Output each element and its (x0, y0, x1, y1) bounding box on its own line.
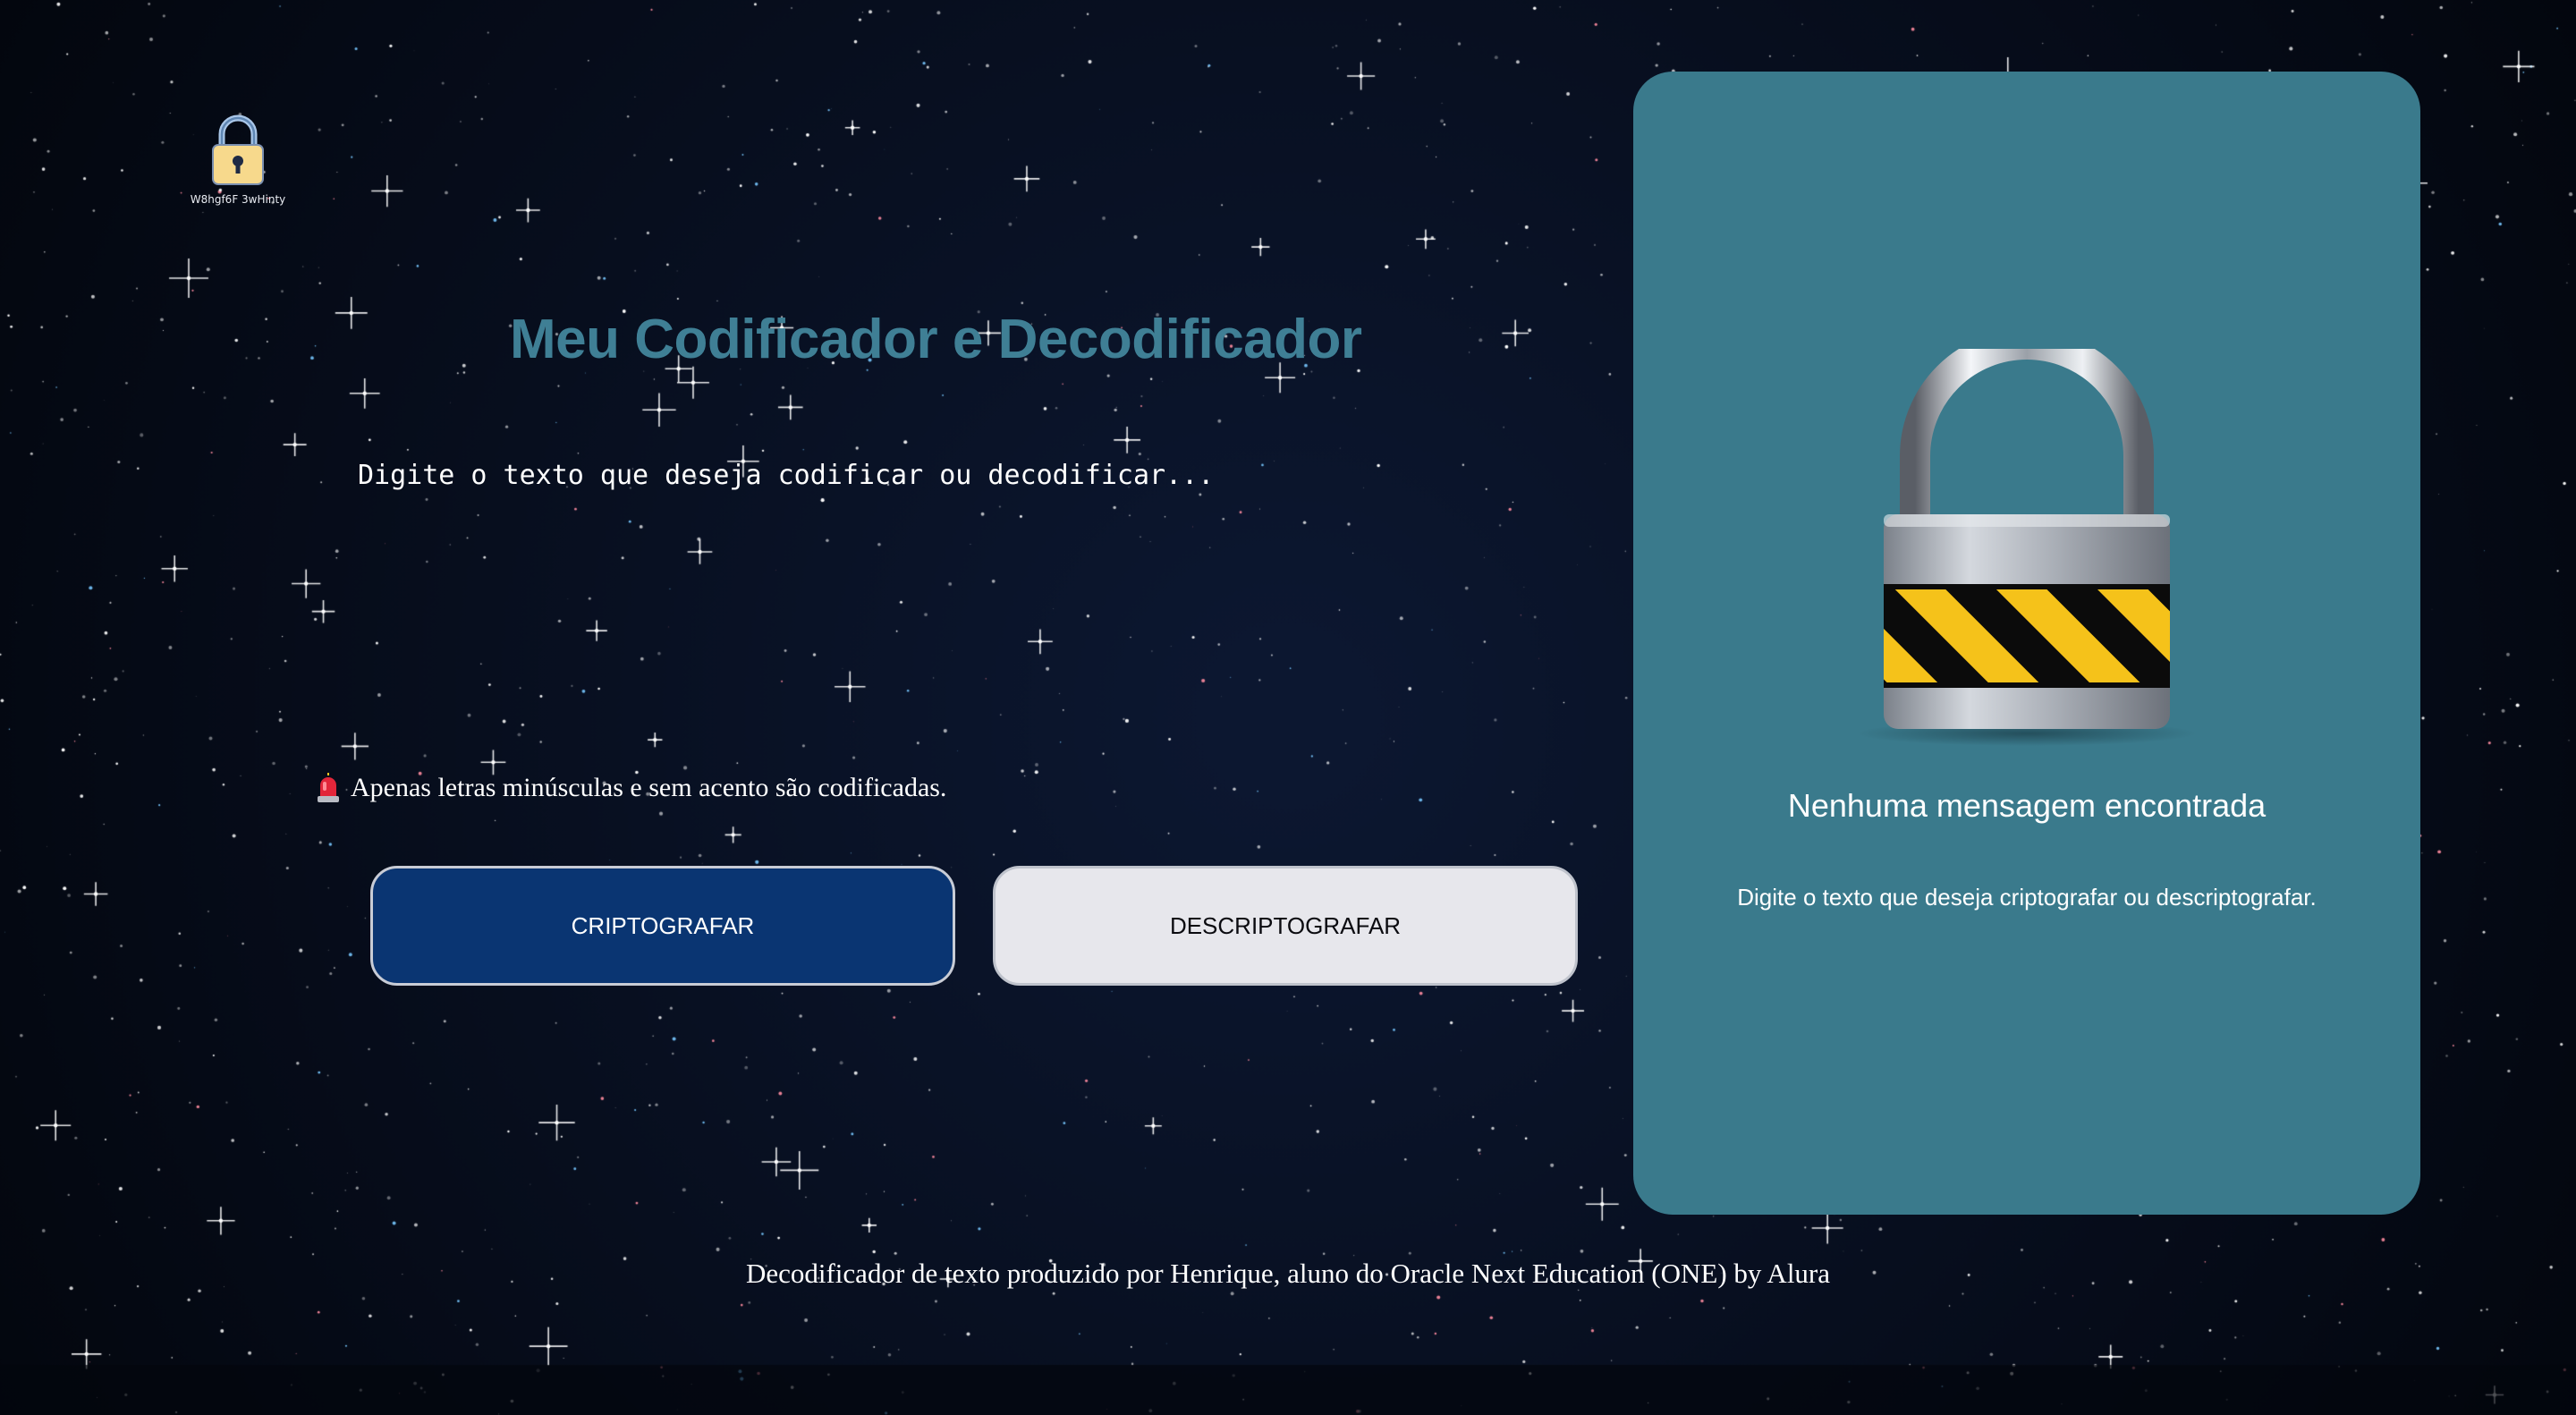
warning-note: Apenas letras minúsculas e sem acento sã… (315, 773, 946, 803)
output-panel: Nenhuma mensagem encontrada Digite o tex… (1633, 72, 2420, 1215)
page-title: Meu Codificador e Decodificador (510, 309, 1362, 370)
message-input[interactable] (358, 458, 1556, 726)
decrypt-button[interactable]: DESCRIPTOGRAFAR (993, 866, 1578, 986)
padlock-icon (1857, 349, 2197, 746)
logo[interactable]: W8hgf6F 3wHinty (184, 113, 292, 206)
panel-title: Nenhuma mensagem encontrada (1787, 787, 2267, 824)
panel-text: Digite o texto que deseja criptografar o… (1737, 884, 2317, 911)
alert-siren-icon (318, 773, 339, 802)
footer-credit: Decodificador de texto produzido por Hen… (745, 1258, 1831, 1289)
padlock-icon (212, 114, 264, 185)
warning-text: Apenas letras minúsculas e sem acento sã… (351, 773, 947, 802)
encrypt-button[interactable]: CRIPTOGRAFAR (370, 866, 955, 986)
logo-caption: W8hgf6F 3wHinty (190, 193, 286, 206)
